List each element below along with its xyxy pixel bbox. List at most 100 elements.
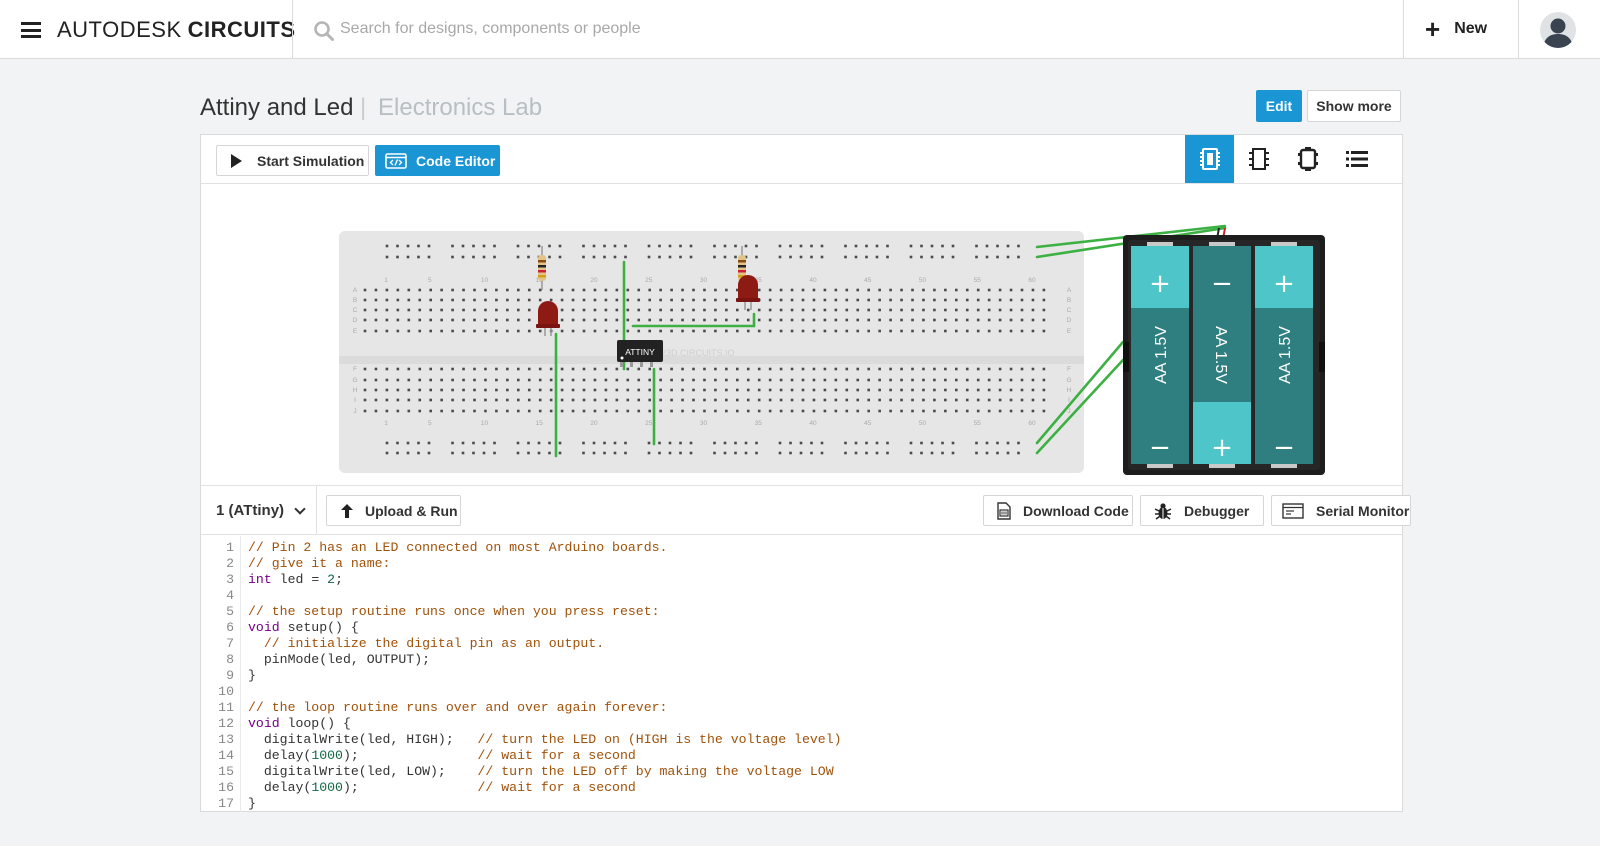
breadboard-hole [648,398,651,402]
code-line[interactable]: // initialize the digital pin as an outp… [248,636,842,652]
breadboard-hole [624,441,627,445]
new-button[interactable]: + New [1425,16,1487,42]
breadboard-hole [930,441,934,445]
download-code-button[interactable]: Download Code [983,495,1133,526]
breadboard-hole [670,318,673,322]
pcb-view-button[interactable] [1283,135,1332,183]
breadboard-label: 40 [809,420,817,427]
project-category[interactable]: Electronics Lab [378,94,542,122]
upload-run-button[interactable]: Upload & Run [326,495,461,526]
breadboard-hole [592,441,596,445]
breadboard-hole [626,288,630,292]
search-icon [314,21,334,41]
circuit-canvas[interactable]: 1 1 5 5 10 10 15 15 20 20 25 25 30 30 35 35 40 40 45 45 50 50… [201,184,1402,485]
breadboard-hole [484,378,487,382]
breadboard-hole [768,329,772,333]
breadboard-hole [681,388,684,392]
breadboard-hole [429,388,432,392]
breadboard-hole [944,308,947,312]
breadboard-hole [1031,367,1035,371]
code-line[interactable]: delay(1000); // wait for a second [248,780,842,796]
breadboard-label: I [354,397,356,404]
start-simulation-button[interactable]: Start Simulation [216,145,369,176]
code-token: void [248,620,280,635]
breadboard-hole [736,308,739,312]
battery-cell[interactable]: + − AA 1.5V [1255,242,1313,468]
breadboard-hole [637,409,641,413]
code-line[interactable]: void setup() { [248,620,842,636]
battery-cell[interactable]: − + AA 1.5V [1193,242,1251,468]
device-select[interactable]: 1 (ATtiny) [201,486,317,535]
breadboard-hole [681,329,684,333]
breadboard-hole [768,308,772,312]
breadboard-hole [659,308,662,312]
breadboard-hole [746,318,750,322]
breadboard-hole [703,409,706,413]
breadboard-view-button[interactable] [1185,135,1234,183]
code-line[interactable] [248,684,842,700]
breadboard-hole [495,367,498,371]
breadboard-hole [985,255,989,259]
brand-logo[interactable]: AUTODESK CIRCUITS [57,17,296,43]
breadboard-hole [922,318,925,322]
breadboard-hole [374,308,378,312]
user-avatar[interactable] [1540,12,1576,48]
breadboard-hole [670,409,673,413]
breadboard-hole [812,329,816,333]
breadboard-hole [920,255,923,259]
menu-icon[interactable] [21,22,41,38]
line-number: 16 [218,780,234,795]
breadboard-hole [626,298,630,302]
breadboard-hole [604,308,608,312]
code-line[interactable]: // give it a name: [248,556,842,572]
breadboard-hole [944,409,947,413]
breadboard-hole [538,329,542,333]
code-line[interactable] [248,588,842,604]
breadboard-label: 55 [974,420,982,427]
code-editor-button[interactable]: Code Editor [375,145,500,176]
breadboard-hole [374,409,378,413]
breadboard-hole [1020,378,1024,382]
breadboard-hole [911,378,914,382]
code-line[interactable]: pinMode(led, OUTPUT); [248,652,842,668]
breadboard-hole [385,318,389,322]
breadboard-label: E [1067,328,1072,335]
code-line[interactable]: delay(1000); // wait for a second [248,748,842,764]
show-more-button[interactable]: Show more [1307,90,1401,122]
code-line[interactable]: } [248,668,842,684]
breadboard-hole [681,367,684,371]
code-line[interactable]: void loop() { [248,716,842,732]
breadboard-hole [900,288,903,292]
breadboard-hole [517,329,520,333]
schematic-view-button[interactable] [1234,135,1283,183]
breadboard-hole [768,378,772,382]
breadboard-hole [1017,244,1020,248]
battery-cell[interactable]: + − AA 1.5V [1131,242,1189,468]
breadboard-hole [418,288,422,292]
breadboard-hole [790,367,794,371]
battery-pack[interactable]: + − AA 1.5V − + AA 1.5V + − AA 1.5V [1123,227,1325,475]
breadboard-hole [484,367,487,371]
code-line[interactable]: // Pin 2 has an LED connected on most Ar… [248,540,842,556]
code-editor[interactable]: 1 2 3 4 5 6 7 8 9 10 11 12 13 14 15 16 17 // Pin 2 has a… [201,536,1402,812]
breadboard-hole [844,441,847,445]
code-token: loop() { [279,716,351,731]
code-line[interactable]: int led = 2; [248,572,842,588]
edit-button[interactable]: Edit [1256,90,1302,122]
code-line[interactable]: digitalWrite(led, HIGH); // turn the LED… [248,732,842,748]
breadboard-hole [615,318,619,322]
debugger-button[interactable]: Debugger [1140,495,1264,526]
search-input[interactable] [340,14,940,44]
code-line[interactable]: // the setup routine runs once when you … [248,604,842,620]
breadboard-circuit[interactable]: 1155101015152020252530303535404045455050… [201,184,1402,485]
breadboard-hole [473,318,476,322]
component-list-button[interactable] [1332,135,1381,183]
code-line[interactable]: // the loop routine runs over and over a… [248,700,842,716]
code-content[interactable]: // Pin 2 has an LED connected on most Ar… [248,540,842,812]
code-token: delay( [248,780,312,795]
breadboard-hole [506,398,509,402]
code-line[interactable]: } [248,796,842,812]
serial-monitor-button[interactable]: Serial Monitor [1271,495,1411,526]
breadboard-hole [396,244,399,248]
code-line[interactable]: digitalWrite(led, LOW); // turn the LED … [248,764,842,780]
